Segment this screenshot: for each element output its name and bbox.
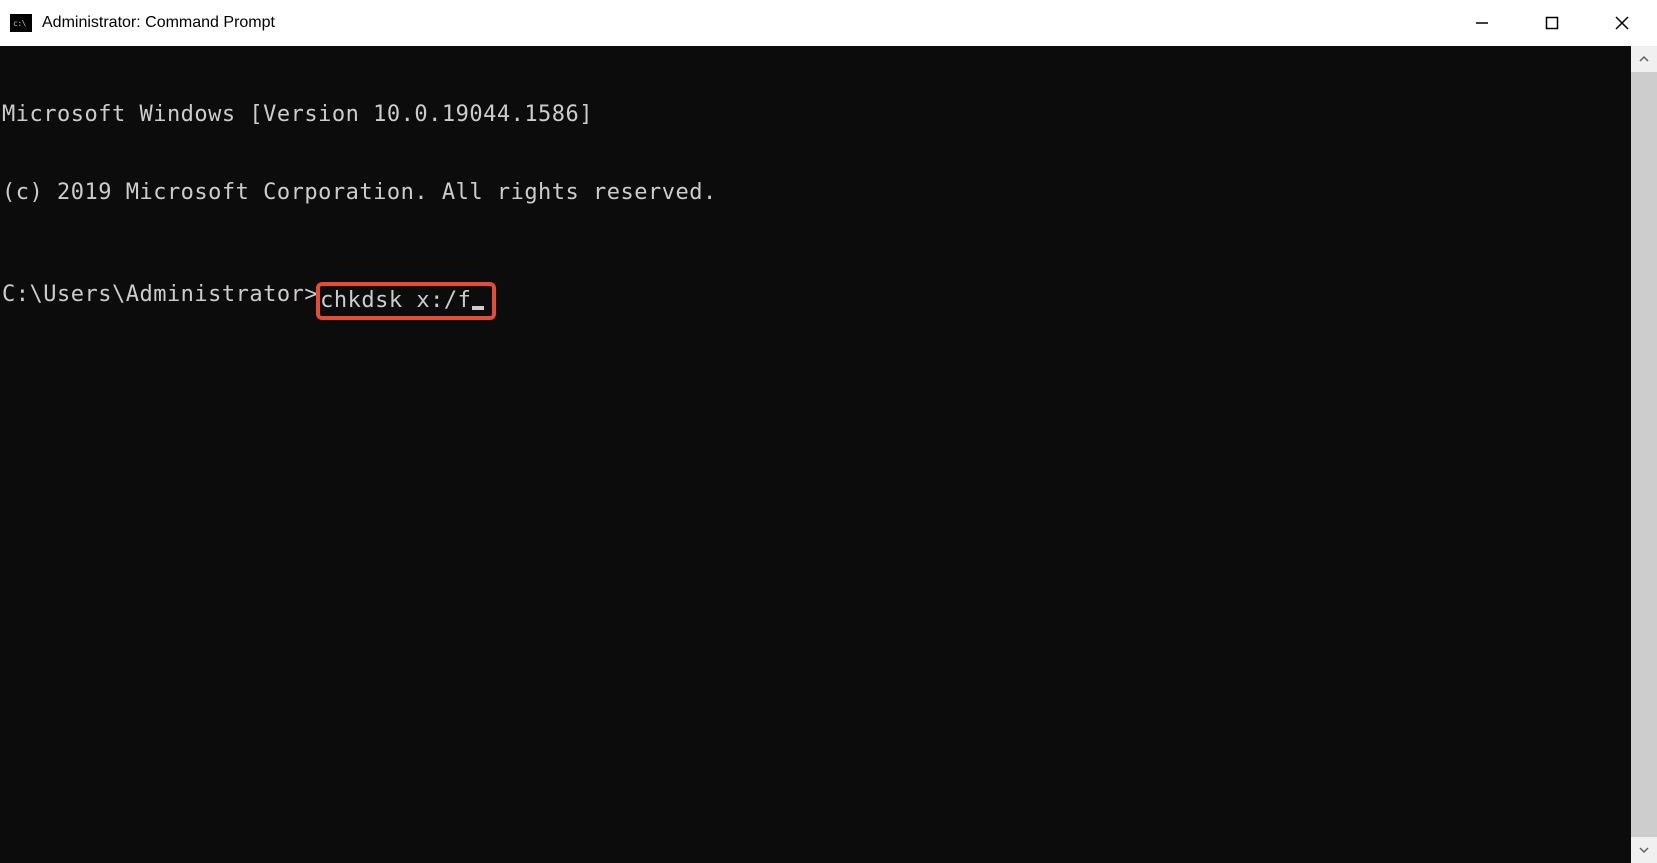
scroll-track[interactable]	[1631, 72, 1657, 837]
minimize-button[interactable]	[1447, 0, 1517, 46]
prompt-text: C:\Users\Administrator>	[2, 282, 318, 308]
window-controls	[1447, 0, 1657, 46]
minimize-icon	[1474, 15, 1490, 31]
terminal-line-copyright: (c) 2019 Microsoft Corporation. All righ…	[2, 180, 1629, 206]
maximize-icon	[1544, 15, 1560, 31]
maximize-button[interactable]	[1517, 0, 1587, 46]
terminal-output[interactable]: Microsoft Windows [Version 10.0.19044.15…	[0, 46, 1631, 863]
close-button[interactable]	[1587, 0, 1657, 46]
text-cursor	[472, 306, 484, 310]
cmd-icon	[10, 14, 32, 32]
close-icon	[1614, 15, 1630, 31]
prompt-line: C:\Users\Administrator> chkdsk x:/f	[2, 282, 1629, 320]
chevron-up-icon	[1638, 53, 1650, 65]
scroll-down-button[interactable]	[1631, 837, 1657, 863]
chevron-down-icon	[1638, 844, 1650, 856]
titlebar[interactable]: Administrator: Command Prompt	[0, 0, 1657, 46]
content-area: Microsoft Windows [Version 10.0.19044.15…	[0, 46, 1657, 863]
titlebar-left: Administrator: Command Prompt	[10, 14, 275, 32]
command-prompt-window: Administrator: Command Prompt Microsoft …	[0, 0, 1657, 863]
scroll-up-button[interactable]	[1631, 46, 1657, 72]
command-text: chkdsk x:/f	[320, 288, 471, 314]
command-highlight: chkdsk x:/f	[316, 282, 496, 320]
window-title: Administrator: Command Prompt	[42, 14, 275, 32]
terminal-line-version: Microsoft Windows [Version 10.0.19044.15…	[2, 102, 1629, 128]
scroll-thumb[interactable]	[1631, 72, 1657, 837]
vertical-scrollbar[interactable]	[1631, 46, 1657, 863]
